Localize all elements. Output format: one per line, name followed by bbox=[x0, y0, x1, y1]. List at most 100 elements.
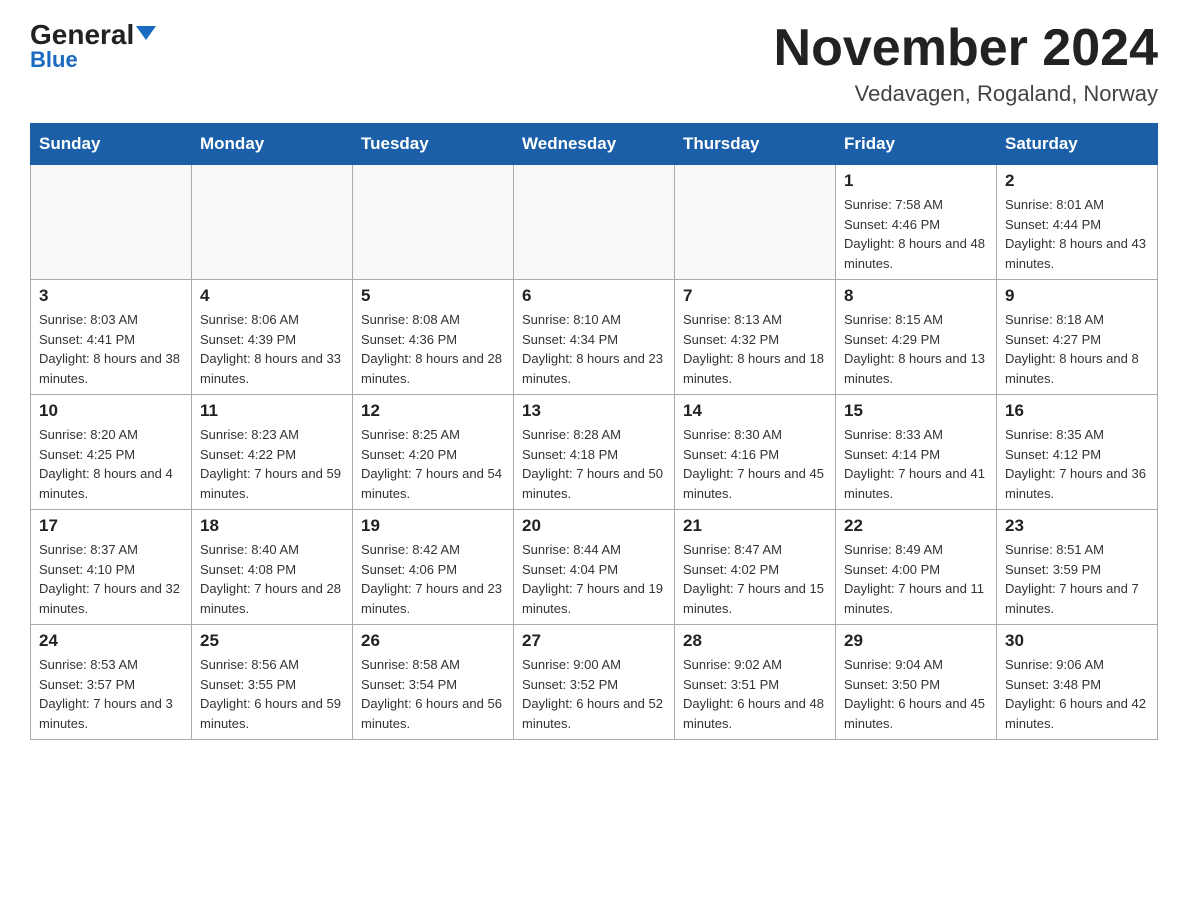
day-number: 12 bbox=[361, 401, 505, 421]
weekday-header-row: Sunday Monday Tuesday Wednesday Thursday… bbox=[31, 124, 1158, 165]
table-cell: 1 Sunrise: 7:58 AMSunset: 4:46 PMDaylight… bbox=[836, 165, 997, 280]
day-info: Sunrise: 8:53 AMSunset: 3:57 PMDaylight:… bbox=[39, 655, 183, 733]
week-row-3: 10Sunrise: 8:20 AMSunset: 4:25 PMDayligh… bbox=[31, 395, 1158, 510]
day-info: Sunrise: 8:13 AMSunset: 4:32 PMDaylight:… bbox=[683, 310, 827, 388]
table-cell: 15 Sunrise: 8:33 AMSunset: 4:14 PMDayligh… bbox=[836, 395, 997, 510]
day-number: 18 bbox=[200, 516, 344, 536]
table-cell: 30 Sunrise: 9:06 AMSunset: 3:48 PMDayligh… bbox=[997, 625, 1158, 740]
day-info: Sunrise: 8:37 AMSunset: 4:10 PMDaylight:… bbox=[39, 540, 183, 618]
day-info: Sunrise: 9:02 AMSunset: 3:51 PMDaylight:… bbox=[683, 655, 827, 733]
day-info: Sunrise: 9:00 AMSunset: 3:52 PMDaylight:… bbox=[522, 655, 666, 733]
day-number: 22 bbox=[844, 516, 988, 536]
table-cell: 3 Sunrise: 8:03 AMSunset: 4:41 PMDaylight… bbox=[31, 280, 192, 395]
col-thursday: Thursday bbox=[675, 124, 836, 165]
col-monday: Monday bbox=[192, 124, 353, 165]
table-cell: 16Sunrise: 8:35 AMSunset: 4:12 PMDayligh… bbox=[997, 395, 1158, 510]
table-cell: 4 Sunrise: 8:06 AMSunset: 4:39 PMDaylight… bbox=[192, 280, 353, 395]
week-row-5: 24 Sunrise: 8:53 AMSunset: 3:57 PMDayligh… bbox=[31, 625, 1158, 740]
day-number: 26 bbox=[361, 631, 505, 651]
location-subtitle: Vedavagen, Rogaland, Norway bbox=[774, 81, 1158, 107]
day-info: Sunrise: 8:08 AMSunset: 4:36 PMDaylight:… bbox=[361, 310, 505, 388]
day-info: Sunrise: 8:15 AMSunset: 4:29 PMDaylight:… bbox=[844, 310, 988, 388]
table-cell: 20 Sunrise: 8:44 AMSunset: 4:04 PMDayligh… bbox=[514, 510, 675, 625]
header: General Blue November 2024 Vedavagen, Ro… bbox=[30, 20, 1158, 107]
table-cell: 17Sunrise: 8:37 AMSunset: 4:10 PMDayligh… bbox=[31, 510, 192, 625]
col-friday: Friday bbox=[836, 124, 997, 165]
table-cell: 9 Sunrise: 8:18 AMSunset: 4:27 PMDaylight… bbox=[997, 280, 1158, 395]
day-info: Sunrise: 8:20 AMSunset: 4:25 PMDaylight:… bbox=[39, 425, 183, 503]
table-cell: 19Sunrise: 8:42 AMSunset: 4:06 PMDayligh… bbox=[353, 510, 514, 625]
week-row-1: 1 Sunrise: 7:58 AMSunset: 4:46 PMDaylight… bbox=[31, 165, 1158, 280]
day-number: 25 bbox=[200, 631, 344, 651]
day-number: 6 bbox=[522, 286, 666, 306]
day-number: 20 bbox=[522, 516, 666, 536]
table-cell bbox=[192, 165, 353, 280]
week-row-4: 17Sunrise: 8:37 AMSunset: 4:10 PMDayligh… bbox=[31, 510, 1158, 625]
day-info: Sunrise: 8:06 AMSunset: 4:39 PMDaylight:… bbox=[200, 310, 344, 388]
table-cell bbox=[514, 165, 675, 280]
day-info: Sunrise: 8:58 AMSunset: 3:54 PMDaylight:… bbox=[361, 655, 505, 733]
day-number: 1 bbox=[844, 171, 988, 191]
col-sunday: Sunday bbox=[31, 124, 192, 165]
table-cell: 23Sunrise: 8:51 AMSunset: 3:59 PMDayligh… bbox=[997, 510, 1158, 625]
table-cell: 22 Sunrise: 8:49 AMSunset: 4:00 PMDayligh… bbox=[836, 510, 997, 625]
day-number: 2 bbox=[1005, 171, 1149, 191]
table-cell: 12Sunrise: 8:25 AMSunset: 4:20 PMDayligh… bbox=[353, 395, 514, 510]
day-number: 28 bbox=[683, 631, 827, 651]
day-number: 11 bbox=[200, 401, 344, 421]
table-cell bbox=[31, 165, 192, 280]
day-info: Sunrise: 8:56 AMSunset: 3:55 PMDaylight:… bbox=[200, 655, 344, 733]
day-number: 21 bbox=[683, 516, 827, 536]
table-cell: 21 Sunrise: 8:47 AMSunset: 4:02 PMDayligh… bbox=[675, 510, 836, 625]
col-tuesday: Tuesday bbox=[353, 124, 514, 165]
day-number: 16 bbox=[1005, 401, 1149, 421]
day-info: Sunrise: 8:51 AMSunset: 3:59 PMDaylight:… bbox=[1005, 540, 1149, 618]
table-cell bbox=[353, 165, 514, 280]
day-info: Sunrise: 8:03 AMSunset: 4:41 PMDaylight:… bbox=[39, 310, 183, 388]
table-cell: 14Sunrise: 8:30 AMSunset: 4:16 PMDayligh… bbox=[675, 395, 836, 510]
table-cell: 6 Sunrise: 8:10 AMSunset: 4:34 PMDaylight… bbox=[514, 280, 675, 395]
day-info: Sunrise: 7:58 AMSunset: 4:46 PMDaylight:… bbox=[844, 195, 988, 273]
table-cell: 29 Sunrise: 9:04 AMSunset: 3:50 PMDayligh… bbox=[836, 625, 997, 740]
day-number: 8 bbox=[844, 286, 988, 306]
day-info: Sunrise: 8:23 AMSunset: 4:22 PMDaylight:… bbox=[200, 425, 344, 503]
logo-triangle-icon bbox=[136, 26, 156, 40]
table-cell bbox=[675, 165, 836, 280]
logo: General Blue bbox=[30, 20, 156, 73]
table-cell: 24 Sunrise: 8:53 AMSunset: 3:57 PMDayligh… bbox=[31, 625, 192, 740]
day-info: Sunrise: 8:33 AMSunset: 4:14 PMDaylight:… bbox=[844, 425, 988, 503]
title-area: November 2024 Vedavagen, Rogaland, Norwa… bbox=[774, 20, 1158, 107]
month-title: November 2024 bbox=[774, 20, 1158, 77]
table-cell: 5 Sunrise: 8:08 AMSunset: 4:36 PMDaylight… bbox=[353, 280, 514, 395]
day-number: 3 bbox=[39, 286, 183, 306]
day-info: Sunrise: 8:01 AMSunset: 4:44 PMDaylight:… bbox=[1005, 195, 1149, 273]
day-number: 30 bbox=[1005, 631, 1149, 651]
day-info: Sunrise: 8:18 AMSunset: 4:27 PMDaylight:… bbox=[1005, 310, 1149, 388]
day-info: Sunrise: 8:10 AMSunset: 4:34 PMDaylight:… bbox=[522, 310, 666, 388]
day-info: Sunrise: 8:44 AMSunset: 4:04 PMDaylight:… bbox=[522, 540, 666, 618]
week-row-2: 3 Sunrise: 8:03 AMSunset: 4:41 PMDaylight… bbox=[31, 280, 1158, 395]
day-number: 27 bbox=[522, 631, 666, 651]
day-info: Sunrise: 9:06 AMSunset: 3:48 PMDaylight:… bbox=[1005, 655, 1149, 733]
calendar-table: Sunday Monday Tuesday Wednesday Thursday… bbox=[30, 123, 1158, 740]
table-cell: 26 Sunrise: 8:58 AMSunset: 3:54 PMDayligh… bbox=[353, 625, 514, 740]
day-number: 15 bbox=[844, 401, 988, 421]
table-cell: 18 Sunrise: 8:40 AMSunset: 4:08 PMDayligh… bbox=[192, 510, 353, 625]
day-number: 13 bbox=[522, 401, 666, 421]
table-cell: 8 Sunrise: 8:15 AMSunset: 4:29 PMDaylight… bbox=[836, 280, 997, 395]
day-info: Sunrise: 9:04 AMSunset: 3:50 PMDaylight:… bbox=[844, 655, 988, 733]
day-number: 7 bbox=[683, 286, 827, 306]
day-info: Sunrise: 8:42 AMSunset: 4:06 PMDaylight:… bbox=[361, 540, 505, 618]
day-number: 24 bbox=[39, 631, 183, 651]
day-number: 5 bbox=[361, 286, 505, 306]
table-cell: 25 Sunrise: 8:56 AMSunset: 3:55 PMDayligh… bbox=[192, 625, 353, 740]
day-number: 4 bbox=[200, 286, 344, 306]
table-cell: 2 Sunrise: 8:01 AMSunset: 4:44 PMDaylight… bbox=[997, 165, 1158, 280]
day-info: Sunrise: 8:49 AMSunset: 4:00 PMDaylight:… bbox=[844, 540, 988, 618]
logo-blue: Blue bbox=[30, 47, 78, 73]
day-number: 29 bbox=[844, 631, 988, 651]
day-info: Sunrise: 8:47 AMSunset: 4:02 PMDaylight:… bbox=[683, 540, 827, 618]
day-info: Sunrise: 8:28 AMSunset: 4:18 PMDaylight:… bbox=[522, 425, 666, 503]
day-number: 9 bbox=[1005, 286, 1149, 306]
day-info: Sunrise: 8:40 AMSunset: 4:08 PMDaylight:… bbox=[200, 540, 344, 618]
